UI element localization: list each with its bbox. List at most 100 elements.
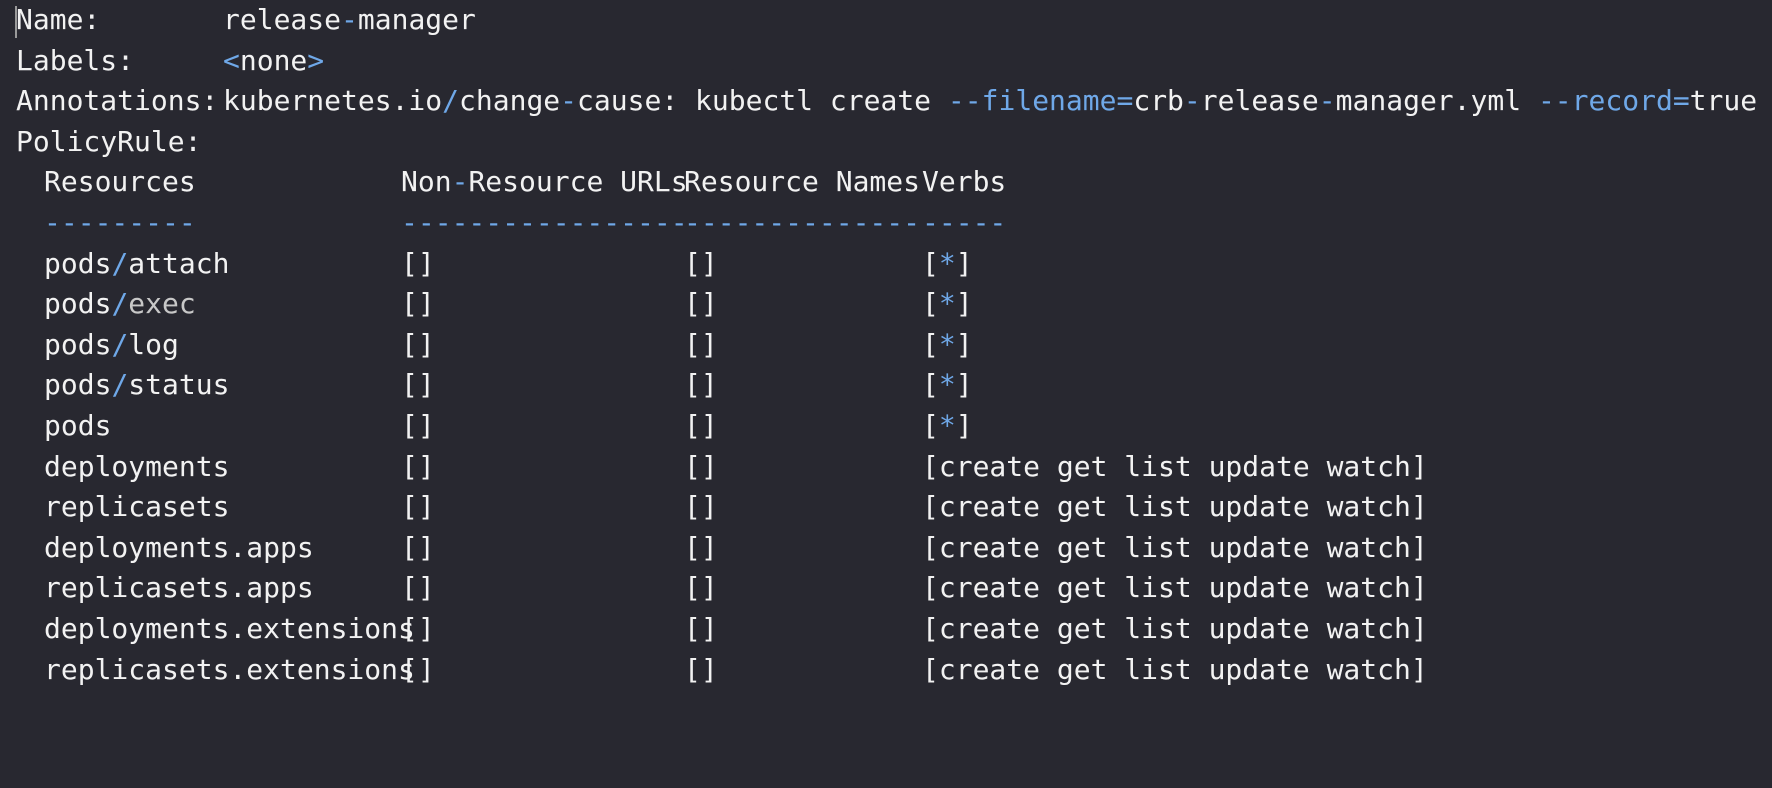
text-segment: attach [128,246,230,280]
text-segment: none [239,43,308,77]
resource-cell: deployments [44,444,229,490]
resource-cell: replicasets [44,484,229,530]
resource-names-cell: [] [684,530,718,564]
text-segment: ] [955,246,973,280]
text-segment: - [560,84,578,118]
text-segment: - [451,165,469,199]
resource-names-cell: [] [684,490,718,524]
resource-cell: replicasets.extensions [44,647,415,693]
non-resource-urls-cell: [] [401,571,435,605]
text-segment: replicasets.extensions [44,652,415,686]
column-separator: ----------------- [401,206,688,239]
non-resource-urls-cell: [] [401,246,435,280]
text-segment: / [111,287,129,321]
text-segment: pods [44,287,112,321]
text-segment: [ [922,287,939,321]
resource-cell: deployments.extensions [44,606,415,652]
non-resource-urls-cell: [] [401,287,435,321]
text-segment: Resource URLs [468,165,688,199]
text-segment: pods [44,409,112,442]
text-segment: kubernetes.io [223,84,443,118]
text-segment: manager.yml [1335,84,1538,118]
text-segment: deployments.apps [44,530,314,564]
text-segment: * [938,368,956,402]
text-segment: / [442,84,460,118]
resource-cell: pods [44,403,111,449]
resource-cell: pods/exec [44,281,196,327]
meta-value: kubernetes.io/change-cause: kubectl crea… [223,78,1757,124]
non-resource-urls-cell: [] [401,652,435,686]
meta-label: Labels: [16,43,135,77]
text-segment: / [111,327,129,361]
text-segment: --filename [947,84,1117,118]
terminal-window[interactable]: Name: release-manager Labels: <none> Annotat… [0,0,1772,788]
column-header: Verbs [922,159,1006,205]
text-segment: - [1183,84,1201,118]
text-segment: [create get list update watch] [922,530,1428,564]
text-segment: deployments [44,449,230,483]
text-segment: * [938,287,956,321]
text-segment: --record [1537,84,1673,118]
text-segment: [ [922,368,939,402]
resource-cell: pods/log [44,322,179,368]
resource-names-cell: [] [684,449,718,483]
verbs-cell: [*] [922,241,973,287]
column-separator: --------- [44,206,196,239]
text-segment: - [1318,84,1336,118]
resource-names-cell: [] [684,287,718,321]
text-segment: Verbs [922,165,1007,199]
text-segment: [create get list update watch] [922,490,1428,524]
verbs-cell: [create get list update watch] [922,444,1428,490]
text-segment: > [307,43,325,77]
text-segment: release [1200,84,1319,118]
column-separator: ----- [922,206,1007,239]
non-resource-urls-cell: [] [401,530,435,564]
column-header: Resource Names [684,159,920,205]
text-segment: replicasets [44,490,230,524]
verbs-cell: [create get list update watch] [922,565,1428,611]
meta-label: Name: [16,3,101,36]
text-segment: / [111,246,129,280]
column-header: Resources [44,159,196,205]
text-segment: ] [955,368,973,402]
text-segment: Resource Names [684,165,921,199]
resource-cell: pods/status [44,362,229,408]
resource-cell: deployments.apps [44,525,314,571]
text-segment: deployments.extensions [44,612,415,645]
text-segment: ] [955,327,973,361]
non-resource-urls-cell: [] [401,490,435,524]
text-segment: = [1672,84,1690,118]
non-resource-urls-cell: [] [401,368,435,402]
resource-cell: replicasets.apps [44,565,314,611]
text-segment: replicasets.apps [44,571,314,605]
text-segment: [ [922,246,939,280]
verbs-cell: [*] [922,362,973,408]
text-segment: change [459,84,561,118]
text-segment: ] [955,409,973,442]
text-segment: pods [44,327,112,361]
verbs-cell: [*] [922,281,973,327]
resource-names-cell: [] [684,612,718,645]
meta-value: <none> [223,38,324,84]
text-segment: manager [357,3,476,36]
verbs-cell: [create get list update watch] [922,484,1428,530]
text-segment: < [223,43,240,77]
text-segment: cause: kubectl create [577,84,948,118]
resource-cell: pods/attach [44,241,229,287]
resource-names-cell: [] [684,652,718,686]
verbs-cell: [create get list update watch] [922,606,1428,652]
verbs-cell: [create get list update watch] [922,647,1428,693]
text-segment: pods [44,246,112,280]
text-segment: = [1116,84,1134,118]
column-separator: -------------- [684,206,921,239]
text-segment: status [128,368,230,402]
text-segment: [ [922,409,939,442]
resource-names-cell: [] [684,409,718,442]
text-segment: - [341,3,358,36]
meta-label: Annotations: [16,84,219,118]
text-segment: [ [922,327,939,361]
text-segment: * [938,327,956,361]
policy-rule-label: PolicyRule: [16,124,202,158]
meta-value: release-manager [223,0,476,43]
verbs-cell: [*] [922,322,973,368]
